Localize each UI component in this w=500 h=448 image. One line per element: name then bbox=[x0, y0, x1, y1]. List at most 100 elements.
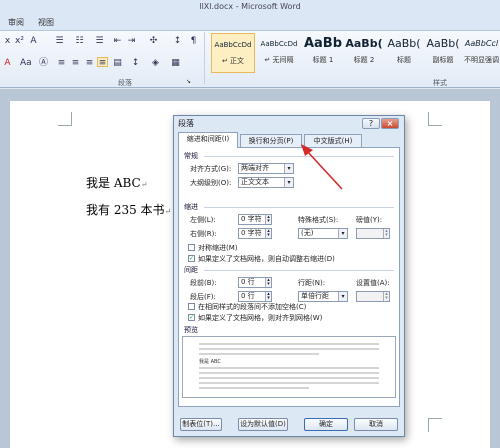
style-title[interactable]: AaBb( 标题 bbox=[385, 33, 423, 73]
mirror-indent-checkbox[interactable] bbox=[188, 244, 195, 251]
crop-mark-bottom-right bbox=[428, 418, 442, 432]
left-indent-label: 左侧(L): bbox=[190, 216, 216, 224]
font-color-icon[interactable]: A bbox=[2, 58, 13, 68]
help-button[interactable]: ? bbox=[362, 118, 380, 129]
right-indent-input[interactable]: 0 字符 ▴ ▾ bbox=[238, 228, 272, 239]
style-no-spacing[interactable]: AaBbCcDd ↵ 无间隔 bbox=[257, 33, 301, 73]
document-line-2[interactable]: 我有 235 本书↵ bbox=[86, 201, 171, 218]
align-center-icon[interactable]: ≡ bbox=[70, 58, 81, 68]
after-label: 段后(F): bbox=[190, 293, 216, 301]
tabs-button[interactable]: 制表位(T)... bbox=[180, 418, 222, 431]
spinner-icon[interactable]: ▴ ▾ bbox=[265, 278, 271, 287]
preview-heading: 预览 bbox=[184, 326, 198, 334]
no-space-checkbox[interactable] bbox=[188, 303, 195, 310]
chevron-down-icon: ▾ bbox=[338, 292, 347, 301]
special-label: 特殊格式(S): bbox=[298, 216, 339, 224]
space-before-input[interactable]: 0 行 ▴ ▾ bbox=[238, 277, 272, 288]
no-space-label: 在相同样式的段落间不添加空格(C) bbox=[198, 303, 307, 311]
indent-heading: 缩进 bbox=[184, 203, 198, 211]
spinner-icon[interactable]: ▴ ▾ bbox=[265, 292, 271, 301]
bullets-icon[interactable]: ☰ bbox=[54, 36, 65, 46]
snap-grid-label: 如果定义了文档网格，则对齐到网格(W) bbox=[198, 314, 323, 322]
preview-line bbox=[199, 343, 379, 345]
chevron-down-icon: ▾ bbox=[284, 164, 293, 173]
sort-icon[interactable]: ↕ bbox=[172, 36, 183, 46]
space-after-input[interactable]: 0 行 ▴ ▾ bbox=[238, 291, 272, 302]
preview-line bbox=[199, 387, 309, 389]
special-select[interactable]: (无) ▾ bbox=[298, 228, 348, 239]
increase-indent-icon[interactable]: ⇥ bbox=[126, 36, 137, 46]
style-normal[interactable]: AaBbCcDd ↵ 正文 bbox=[211, 33, 255, 73]
line-spacing-select[interactable]: 单倍行距 ▾ bbox=[298, 291, 348, 302]
align-left-icon[interactable]: ≡ bbox=[56, 58, 67, 68]
preview-box: 我是 ABC bbox=[182, 336, 396, 398]
paragraph-group-label: 段落 bbox=[118, 79, 132, 87]
distributed-icon[interactable]: ▤ bbox=[112, 58, 123, 68]
preview-line bbox=[199, 353, 319, 355]
ribbon-tab-strip bbox=[0, 16, 500, 30]
outline-level-label: 大纲级别(O): bbox=[190, 179, 232, 187]
chevron-down-icon: ▾ bbox=[338, 229, 347, 238]
tab-view[interactable]: 视图 bbox=[38, 17, 54, 28]
indent-by-input[interactable]: ▴ ▾ bbox=[356, 228, 390, 239]
tab-asian-typography[interactable]: 中文版式(H) bbox=[304, 134, 362, 147]
shading-icon[interactable]: ◈ bbox=[150, 58, 161, 68]
spinner-icon[interactable]: ▴ ▾ bbox=[265, 215, 271, 224]
multilevel-list-icon[interactable]: ☰ bbox=[94, 36, 105, 46]
font-a-icon[interactable]: A bbox=[28, 36, 39, 46]
style-subtitle[interactable]: AaBb( 副标题 bbox=[425, 33, 461, 73]
alignment-label: 对齐方式(G): bbox=[190, 165, 232, 173]
align-right-icon[interactable]: ≡ bbox=[84, 58, 95, 68]
numbering-icon[interactable]: ☷ bbox=[74, 36, 85, 46]
superscript-icon[interactable]: x² bbox=[14, 36, 25, 46]
crop-mark-top-left bbox=[58, 112, 72, 126]
preview-line bbox=[199, 348, 379, 350]
spacing-heading: 间距 bbox=[184, 266, 198, 274]
enclose-char-icon[interactable]: Ⓐ bbox=[38, 58, 49, 68]
snap-grid-checkbox[interactable]: ✓ bbox=[188, 314, 195, 321]
line-spacing-label: 行距(N): bbox=[298, 279, 326, 287]
tab-line-page-breaks[interactable]: 换行和分页(P) bbox=[240, 134, 302, 147]
preview-line bbox=[199, 377, 379, 379]
style-subtle-emphasis[interactable]: AaBbCcl 不明显强调 bbox=[463, 33, 500, 73]
paragraph-dialog: 段落 ? × 缩进和间距(I) 换行和分页(P) 中文版式(H) 常规 对齐方式… bbox=[173, 115, 405, 437]
dialog-title: 段落 bbox=[178, 119, 194, 128]
preview-line bbox=[199, 372, 379, 374]
alignment-select[interactable]: 两端对齐 ▾ bbox=[238, 163, 294, 174]
spinner-icon[interactable]: ▴ ▾ bbox=[383, 229, 389, 238]
justify-icon[interactable]: ≡ bbox=[97, 57, 108, 68]
style-heading-1[interactable]: AaBb 标题 1 bbox=[303, 33, 343, 73]
close-button[interactable]: × bbox=[381, 118, 399, 129]
chinese-layout-icon[interactable]: ✣ bbox=[148, 36, 159, 46]
crop-mark-top-right bbox=[428, 112, 442, 126]
group-separator bbox=[204, 32, 205, 84]
line-spacing-icon[interactable]: ↕ bbox=[130, 58, 141, 68]
show-marks-icon[interactable]: ¶ bbox=[188, 36, 199, 46]
spinner-icon[interactable]: ▴ ▾ bbox=[265, 229, 271, 238]
section-divider bbox=[204, 207, 394, 208]
mirror-indent-label: 对称缩进(M) bbox=[198, 244, 238, 252]
spinner-icon[interactable]: ▴ ▾ bbox=[383, 292, 389, 301]
tab-indents-spacing[interactable]: 缩进和间距(I) bbox=[178, 132, 238, 148]
paragraph-dialog-launcher-icon[interactable]: ↘ bbox=[186, 79, 194, 86]
styles-group-label: 样式 bbox=[433, 79, 447, 87]
section-divider bbox=[204, 270, 394, 271]
title-bar: llXl.docx - Microsoft Word bbox=[0, 0, 500, 16]
outline-level-select[interactable]: 正文文本 ▾ bbox=[238, 177, 294, 188]
section-divider bbox=[204, 156, 394, 157]
document-line-1[interactable]: 我是 ABC↵ bbox=[86, 174, 147, 191]
decrease-indent-icon[interactable]: ⇤ bbox=[112, 36, 123, 46]
cancel-button[interactable]: 取消 bbox=[354, 418, 398, 431]
auto-adjust-checkbox[interactable]: ✓ bbox=[188, 255, 195, 262]
char-scale-icon[interactable]: Aa bbox=[20, 58, 32, 68]
chevron-down-icon: ▾ bbox=[284, 178, 293, 187]
borders-icon[interactable]: ▦ bbox=[170, 58, 181, 68]
subscript-icon[interactable]: x bbox=[2, 36, 13, 46]
at-input[interactable]: ▴ ▾ bbox=[356, 291, 390, 302]
tab-review[interactable]: 审阅 bbox=[8, 17, 24, 28]
preview-sample-text: 我是 ABC bbox=[199, 359, 221, 365]
style-heading-2[interactable]: AaBb( 标题 2 bbox=[345, 33, 383, 73]
ok-button[interactable]: 确定 bbox=[304, 418, 348, 431]
left-indent-input[interactable]: 0 字符 ▴ ▾ bbox=[238, 214, 272, 225]
set-default-button[interactable]: 设为默认值(D) bbox=[238, 418, 288, 431]
